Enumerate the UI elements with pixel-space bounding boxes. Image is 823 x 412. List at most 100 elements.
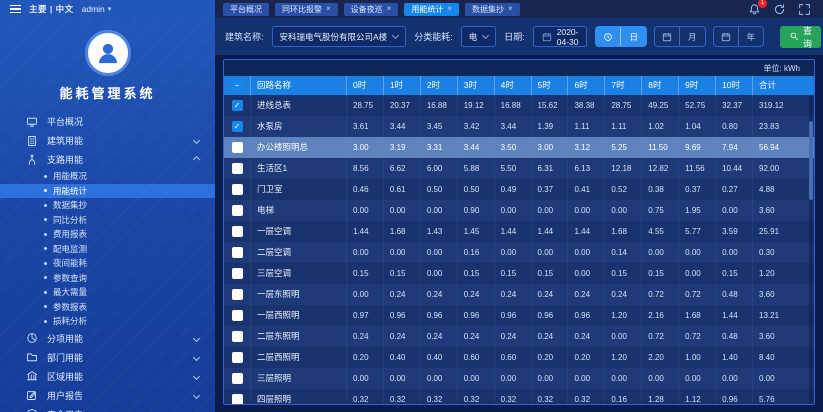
hour-value-cell: 0.00 bbox=[346, 368, 383, 389]
row-checkbox[interactable] bbox=[232, 205, 243, 216]
sidebar-subitem-用能统计[interactable]: 用能统计 bbox=[0, 184, 215, 199]
granularity-日-button[interactable]: 日 bbox=[595, 26, 647, 47]
hour-value-cell: 2.16 bbox=[641, 305, 678, 326]
hour-value-cell: 0.24 bbox=[420, 326, 457, 347]
column-header-hour: 6时 bbox=[567, 76, 604, 95]
fullscreen-icon[interactable] bbox=[798, 3, 811, 16]
circuit-name-cell: 二层空调 bbox=[250, 242, 346, 263]
tab-close-icon[interactable]: × bbox=[387, 5, 392, 13]
table-row-进线总表[interactable]: ✓进线总表28.7520.3716.8819.1216.8815.6238.38… bbox=[224, 95, 814, 116]
date-picker[interactable]: 2020-04-30 bbox=[533, 26, 588, 47]
row-checkbox[interactable]: ✓ bbox=[232, 100, 243, 111]
row-checkbox[interactable] bbox=[232, 247, 243, 258]
sidebar-subitem-用能概况[interactable]: 用能概况 bbox=[0, 169, 215, 184]
sidebar-subitem-夜间能耗[interactable]: 夜间能耗 bbox=[0, 256, 215, 271]
row-checkbox-cell bbox=[224, 263, 250, 284]
sidebar-subitem-参数查询[interactable]: 参数查询 bbox=[0, 271, 215, 286]
table-row-门卫室[interactable]: 门卫室0.460.610.500.500.490.370.410.520.380… bbox=[224, 179, 814, 200]
hour-value-cell: 0.00 bbox=[678, 368, 715, 389]
hour-value-cell: 0.00 bbox=[531, 368, 568, 389]
hour-value-cell: 0.00 bbox=[457, 368, 494, 389]
sidebar-item-label: 区域用能 bbox=[47, 370, 185, 383]
hour-value-cell: 3.00 bbox=[346, 137, 383, 158]
tab-同环比报警[interactable]: 同环比报警× bbox=[275, 3, 338, 16]
hour-value-cell: 3.59 bbox=[715, 221, 752, 242]
hour-value-cell: 4.55 bbox=[641, 221, 678, 242]
row-checkbox[interactable] bbox=[232, 184, 243, 195]
table-row-二层东照明[interactable]: 二层东照明0.240.240.240.240.240.240.240.000.7… bbox=[224, 326, 814, 347]
table-row-三层照明[interactable]: 三层照明0.000.000.000.000.000.000.000.000.00… bbox=[224, 368, 814, 389]
tab-平台概况[interactable]: 平台概况 bbox=[223, 3, 269, 16]
hour-value-cell: 0.48 bbox=[715, 326, 752, 347]
table-row-生活区1[interactable]: 生活区18.566.626.005.885.506.316.1312.1812.… bbox=[224, 158, 814, 179]
energy-category-select[interactable]: 电 bbox=[461, 26, 497, 47]
hamburger-menu-icon[interactable] bbox=[10, 5, 21, 14]
sidebar-item-用户报告[interactable]: 用户报告 bbox=[0, 386, 215, 405]
user-dropdown[interactable]: admin ▾ bbox=[82, 4, 112, 14]
table-row-一层东照明[interactable]: 一层东照明0.000.240.240.240.240.240.240.240.7… bbox=[224, 284, 814, 305]
table-row-二层西照明[interactable]: 二层西照明0.200.400.400.600.600.200.201.202.2… bbox=[224, 347, 814, 368]
notification-bell-icon[interactable]: 1 bbox=[748, 3, 761, 16]
sidebar-subitem-最大需量[interactable]: 最大需量 bbox=[0, 285, 215, 300]
sidebar-item-区域用能[interactable]: 区域用能 bbox=[0, 367, 215, 386]
tab-用能统计[interactable]: 用能统计 × bbox=[404, 3, 459, 16]
row-checkbox[interactable] bbox=[232, 331, 243, 342]
query-button[interactable]: 查询 bbox=[780, 26, 821, 48]
sidebar-subitem-label: 配电监测 bbox=[53, 243, 87, 255]
row-checkbox[interactable] bbox=[232, 310, 243, 321]
table-row-一层西照明[interactable]: 一层西照明0.970.960.960.960.960.960.961.202.1… bbox=[224, 305, 814, 326]
sidebar-item-分项用能[interactable]: 分项用能 bbox=[0, 329, 215, 348]
sidebar-item-部门用能[interactable]: 部门用能 bbox=[0, 348, 215, 367]
hour-value-cell: 0.00 bbox=[494, 368, 531, 389]
granularity-年-button[interactable]: 年 bbox=[713, 26, 765, 47]
building-select[interactable]: 安科瑞电气股份有限公司A楼 bbox=[272, 26, 407, 47]
bullet-icon bbox=[44, 262, 47, 265]
table-row-四层照明[interactable]: 四层照明0.320.320.320.320.320.320.320.161.28… bbox=[224, 389, 814, 405]
sidebar-subitem-数据集抄[interactable]: 数据集抄 bbox=[0, 198, 215, 213]
tab-数据集抄[interactable]: 数据集抄× bbox=[465, 3, 520, 16]
hour-value-cell: 8.56 bbox=[346, 158, 383, 179]
row-checkbox[interactable] bbox=[232, 373, 243, 384]
sidebar-subitem-配电监测[interactable]: 配电监测 bbox=[0, 242, 215, 257]
hour-value-cell: 0.24 bbox=[567, 326, 604, 347]
bullet-icon bbox=[44, 175, 47, 178]
sidebar-item-支路用能[interactable]: 支路用能 bbox=[0, 150, 215, 169]
sidebar-item-安全用电[interactable]: 安全用电 bbox=[0, 405, 215, 412]
table-row-一层空调[interactable]: 一层空调1.441.681.431.451.441.441.441.684.55… bbox=[224, 221, 814, 242]
table-row-电梯[interactable]: 电梯0.000.000.000.900.000.000.000.000.751.… bbox=[224, 200, 814, 221]
hour-value-cell: 1.68 bbox=[604, 221, 641, 242]
table-row-三层空调[interactable]: 三层空调0.150.150.000.150.150.150.000.150.15… bbox=[224, 263, 814, 284]
hour-value-cell: 1.12 bbox=[678, 389, 715, 405]
scrollbar-thumb[interactable] bbox=[809, 121, 813, 201]
table-row-水泵房[interactable]: ✓水泵房3.613.443.453.423.441.391.111.111.02… bbox=[224, 116, 814, 137]
tab-close-icon[interactable]: × bbox=[326, 5, 331, 13]
date-label: 日期: bbox=[504, 30, 525, 43]
sidebar-subitem-费用报表[interactable]: 费用报表 bbox=[0, 227, 215, 242]
row-checkbox[interactable] bbox=[232, 289, 243, 300]
sidebar-item-平台概况[interactable]: 平台概况 bbox=[0, 112, 215, 131]
home-language-label[interactable]: 主要 | 中文 bbox=[29, 3, 74, 15]
tab-label: 用能统计 bbox=[411, 4, 443, 15]
refresh-icon[interactable] bbox=[773, 3, 786, 16]
tab-设备夜巡[interactable]: 设备夜巡× bbox=[344, 3, 399, 16]
tab-close-icon[interactable]: × bbox=[447, 5, 452, 13]
sidebar-subitem-损耗分析[interactable]: 损耗分析 bbox=[0, 314, 215, 329]
sidebar-subitem-同比分析[interactable]: 同比分析 bbox=[0, 213, 215, 228]
sidebar-item-建筑用能[interactable]: 建筑用能 bbox=[0, 131, 215, 150]
content: 建筑名称: 安科瑞电气股份有限公司A楼 分类能耗: 电 日期: 2020-04-… bbox=[215, 18, 823, 412]
row-checkbox[interactable]: ✓ bbox=[232, 121, 243, 132]
row-checkbox[interactable] bbox=[232, 226, 243, 237]
row-checkbox[interactable] bbox=[232, 142, 243, 153]
select-all-checkbox[interactable]: − bbox=[232, 80, 243, 91]
table-row-办公楼照明总[interactable]: 办公楼照明总3.003.193.313.443.503.003.125.2511… bbox=[224, 137, 814, 158]
row-checkbox[interactable] bbox=[232, 268, 243, 279]
tab-close-icon[interactable]: × bbox=[508, 5, 513, 13]
row-checkbox[interactable] bbox=[232, 352, 243, 363]
granularity-月-button[interactable]: 月 bbox=[654, 26, 706, 47]
shield-icon bbox=[26, 408, 38, 412]
hour-value-cell: 1.45 bbox=[457, 221, 494, 242]
sidebar-subitem-参数报表[interactable]: 参数报表 bbox=[0, 300, 215, 315]
row-checkbox[interactable] bbox=[232, 163, 243, 174]
table-row-二层空调[interactable]: 二层空调0.000.000.000.160.000.000.000.140.00… bbox=[224, 242, 814, 263]
row-checkbox[interactable] bbox=[232, 394, 243, 405]
